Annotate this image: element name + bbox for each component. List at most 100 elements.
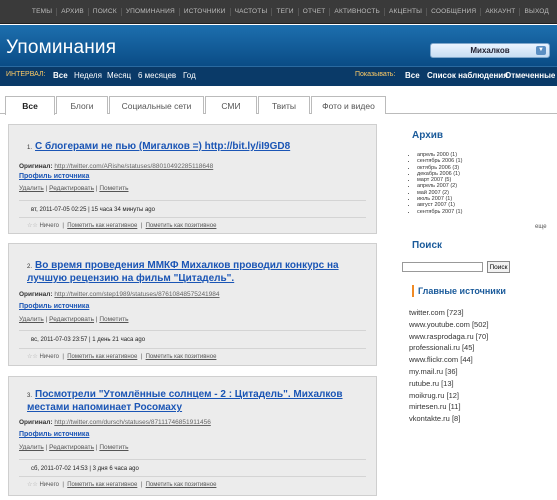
mention-number: 1. <box>27 145 33 151</box>
mention-title-text[interactable]: С блогерами не пью (Мигалков =) http://b… <box>35 141 290 152</box>
source-item[interactable]: professionali.ru [45] <box>409 342 489 354</box>
mention-title[interactable]: 3. Посмотрели "Утомлённые солнцем - 2 : Ц… <box>27 389 372 414</box>
top-nav-item[interactable]: АККАУНТ <box>480 8 519 16</box>
tab-social[interactable]: Социальные сети <box>109 96 204 114</box>
mention-title[interactable]: 2. Во время проведения ММКФ Михалков пров… <box>27 260 372 285</box>
page: ТЕМЫ АРХИВ ПОИСК УПОМИНАНИЯ ИСТОЧНИКИ ЧАСТОТЫ… <box>0 0 557 500</box>
original-line: Оригинал: http://twitter.com/dursch/stat… <box>19 419 211 426</box>
source-item[interactable]: moikrug.ru [12] <box>409 390 489 402</box>
archive-more-link[interactable]: еще <box>535 224 547 230</box>
top-nav-item[interactable]: АРХИВ <box>56 8 88 16</box>
top-nav-item[interactable]: АКЦЕНТЫ <box>384 8 426 16</box>
edit-link[interactable]: Редактировать <box>49 444 94 451</box>
source-item[interactable]: vkontakte.ru [8] <box>409 413 489 425</box>
sources-list: twitter.com [723] www.youtube.com [502] ww… <box>409 307 489 425</box>
source-profile-link[interactable]: Профиль источника <box>19 431 89 438</box>
mark-positive-link[interactable]: Пометить как позитивное <box>146 223 217 229</box>
original-line: Оригинал: http://twitter.com/step1989/st… <box>19 291 220 298</box>
mention-date: вт, 2011-07-05 02:25 | 15 часа 34 минуты… <box>31 207 155 213</box>
filter-bar: ИНТЕРВАЛ: Все Неделя Месяц 6 месяцев Год… <box>0 66 557 86</box>
search-input[interactable] <box>402 262 483 272</box>
subject-select-value: Михалков <box>470 46 510 55</box>
interval-all[interactable]: Все <box>53 71 68 80</box>
mention-title-text[interactable]: Во время проведения ММКФ Михалков провод… <box>27 260 339 284</box>
star-icon[interactable]: ☆☆ <box>27 223 38 229</box>
tab-all[interactable]: Все <box>5 96 55 115</box>
source-profile-link[interactable]: Профиль источника <box>19 173 89 180</box>
top-nav-item[interactable]: ВЫХОД <box>519 8 553 16</box>
top-nav-item[interactable]: ИСТОЧНИКИ <box>178 8 230 16</box>
mark-positive-link[interactable]: Пометить как позитивное <box>146 482 217 488</box>
source-profile-link[interactable]: Профиль источника <box>19 303 89 310</box>
sources-title: Главные источники <box>418 286 506 296</box>
delete-link[interactable]: Удалить <box>19 316 44 323</box>
top-nav-item[interactable]: АКТИВНОСТЬ <box>329 8 384 16</box>
delete-link[interactable]: Удалить <box>19 185 44 192</box>
top-nav-item[interactable]: УПОМИНАНИЯ <box>120 8 179 16</box>
tab-tweets[interactable]: Твиты <box>258 96 310 114</box>
tab-media[interactable]: СМИ <box>205 96 257 114</box>
original-label: Оригинал: <box>19 163 53 170</box>
mention-title[interactable]: 1. С блогерами не пью (Мигалков =) http:/… <box>27 141 372 154</box>
archive-item[interactable]: сентябрь 2007 (1) <box>417 209 462 215</box>
archive-item[interactable]: октябрь 2006 (3) <box>417 165 462 171</box>
search-title: Поиск <box>412 240 443 251</box>
source-item[interactable]: www.flickr.com [44] <box>409 354 489 366</box>
page-header: Упоминания Михалков ▼ <box>0 25 557 66</box>
source-item[interactable]: www.youtube.com [502] <box>409 319 489 331</box>
search-button[interactable]: Поиск <box>487 261 510 273</box>
top-nav-item[interactable]: ОТЧЕТ <box>297 8 330 16</box>
mark-positive-link[interactable]: Пометить как позитивное <box>146 354 217 360</box>
mark-negative-link[interactable]: Пометить как негативное <box>67 223 137 229</box>
star-icon[interactable]: ☆☆ <box>27 482 38 488</box>
interval-year[interactable]: Год <box>183 71 196 80</box>
mark-link[interactable]: Пометить <box>99 316 128 323</box>
mark-link[interactable]: Пометить <box>99 444 128 451</box>
top-nav-item[interactable]: ТЕГИ <box>271 8 297 16</box>
divider <box>19 459 366 460</box>
mark-negative-link[interactable]: Пометить как негативное <box>67 354 137 360</box>
mention-number: 3. <box>27 393 33 399</box>
mention-card: 3. Посмотрели "Утомлённые солнцем - 2 : Ц… <box>8 376 377 496</box>
source-item[interactable]: my.mail.ru [36] <box>409 366 489 378</box>
show-watchlist[interactable]: Список наблюдения <box>427 71 508 80</box>
original-url[interactable]: http://twitter.com/step1989/statuses/876… <box>54 291 219 298</box>
divider <box>19 217 366 218</box>
tab-photo-video[interactable]: Фото и видео <box>311 96 386 114</box>
mention-rating: ☆☆ Ничего | Пометить как негативное | По… <box>27 354 217 360</box>
source-item[interactable]: www.rasprodaga.ru [70] <box>409 331 489 343</box>
source-item[interactable]: twitter.com [723] <box>409 307 489 319</box>
edit-link[interactable]: Редактировать <box>49 316 94 323</box>
top-nav-item[interactable]: ТЕМЫ <box>28 8 56 16</box>
interval-week[interactable]: Неделя <box>74 71 102 80</box>
delete-link[interactable]: Удалить <box>19 444 44 451</box>
top-nav-item[interactable]: ПОИСК <box>87 8 121 16</box>
chevron-down-icon: ▼ <box>536 46 546 55</box>
source-item[interactable]: rutube.ru [13] <box>409 378 489 390</box>
star-icon[interactable]: ☆☆ <box>27 354 38 360</box>
interval-month[interactable]: Месяц <box>107 71 131 80</box>
mark-negative-link[interactable]: Пометить как негативное <box>67 482 137 488</box>
mention-rating: ☆☆ Ничего | Пометить как негативное | По… <box>27 223 217 229</box>
show-marked[interactable]: Отмеченные <box>505 71 555 80</box>
show-all[interactable]: Все <box>405 71 420 80</box>
original-url[interactable]: http://twitter.com/ARishe/statuses/88010… <box>54 163 213 170</box>
original-line: Оригинал: http://twitter.com/ARishe/stat… <box>19 163 213 170</box>
source-item[interactable]: mirtesen.ru [11] <box>409 401 489 413</box>
mention-date: сб, 2011-07-02 14:53 | 3 дня 6 часа ago <box>31 466 139 472</box>
top-nav-item[interactable]: СООБЩЕНИЯ <box>426 8 480 16</box>
archive-item[interactable]: сентябрь 2006 (1) <box>417 158 462 164</box>
divider <box>19 330 366 331</box>
top-nav-item[interactable]: ЧАСТОТЫ <box>229 8 272 16</box>
tab-blogs[interactable]: Блоги <box>56 96 108 114</box>
mention-actions: Удалить | Редактировать | Пометить <box>19 316 129 323</box>
interval-6-months[interactable]: 6 месяцев <box>138 71 176 80</box>
edit-link[interactable]: Редактировать <box>49 185 94 192</box>
subject-select[interactable]: Михалков ▼ <box>430 43 550 58</box>
mention-card: 1. С блогерами не пью (Мигалков =) http:/… <box>8 124 377 234</box>
original-url[interactable]: http://twitter.com/dursch/statuses/87111… <box>54 419 210 426</box>
archive-item[interactable]: апрель 2007 (2) <box>417 183 462 189</box>
mention-date: вс, 2011-07-03 23:57 | 1 день 21 часа ag… <box>31 337 146 343</box>
mark-link[interactable]: Пометить <box>99 185 128 192</box>
mention-title-text[interactable]: Посмотрели "Утомлённые солнцем - 2 : Цит… <box>27 389 343 413</box>
